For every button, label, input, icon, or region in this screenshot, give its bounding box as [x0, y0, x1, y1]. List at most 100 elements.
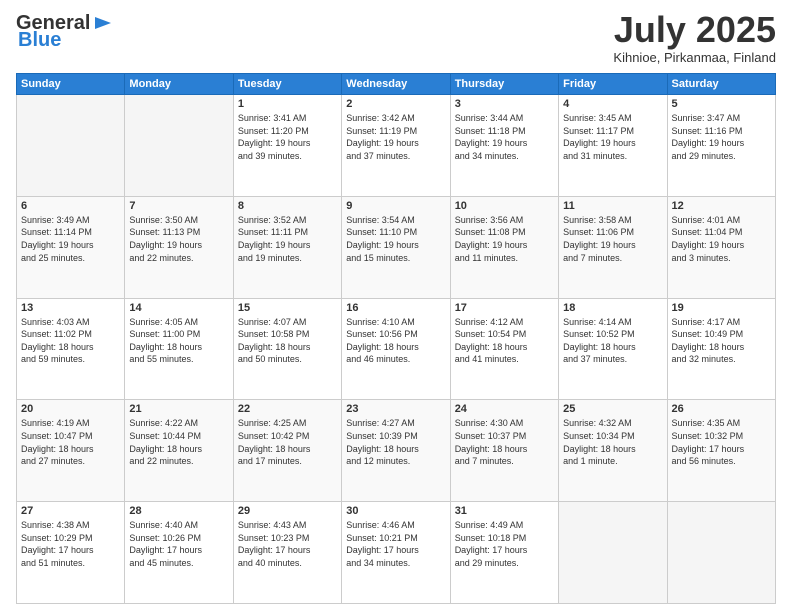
calendar-header-sunday: Sunday [17, 74, 125, 95]
header: General Blue July 2025 Kihnioe, Pirkanma… [16, 12, 776, 65]
calendar-cell: 27 Sunrise: 4:38 AM Sunset: 10:29 PM Dayl… [17, 502, 125, 604]
day-detail: Sunrise: 4:43 AM Sunset: 10:23 PM Daylig… [238, 519, 337, 569]
month-title: July 2025 [613, 12, 776, 48]
day-detail: Sunrise: 3:54 AM Sunset: 11:10 PM Daylig… [346, 214, 445, 264]
day-number: 14 [129, 302, 228, 314]
day-number: 4 [563, 98, 662, 110]
location: Kihnioe, Pirkanmaa, Finland [613, 50, 776, 65]
day-number: 7 [129, 200, 228, 212]
day-number: 2 [346, 98, 445, 110]
day-detail: Sunrise: 3:45 AM Sunset: 11:17 PM Daylig… [563, 112, 662, 162]
calendar-cell: 17 Sunrise: 4:12 AM Sunset: 10:54 PM Dayl… [450, 298, 558, 400]
calendar-header-saturday: Saturday [667, 74, 775, 95]
day-number: 5 [672, 98, 771, 110]
day-number: 19 [672, 302, 771, 314]
day-detail: Sunrise: 4:25 AM Sunset: 10:42 PM Daylig… [238, 417, 337, 467]
calendar-cell: 7 Sunrise: 3:50 AM Sunset: 11:13 PM Dayli… [125, 196, 233, 298]
calendar-cell: 12 Sunrise: 4:01 AM Sunset: 11:04 PM Dayl… [667, 196, 775, 298]
calendar-cell: 15 Sunrise: 4:07 AM Sunset: 10:58 PM Dayl… [233, 298, 341, 400]
day-detail: Sunrise: 4:22 AM Sunset: 10:44 PM Daylig… [129, 417, 228, 467]
calendar-table: SundayMondayTuesdayWednesdayThursdayFrid… [16, 73, 776, 604]
day-detail: Sunrise: 4:35 AM Sunset: 10:32 PM Daylig… [672, 417, 771, 467]
day-number: 28 [129, 505, 228, 517]
day-number: 29 [238, 505, 337, 517]
calendar-header-wednesday: Wednesday [342, 74, 450, 95]
calendar-cell: 25 Sunrise: 4:32 AM Sunset: 10:34 PM Dayl… [559, 400, 667, 502]
day-detail: Sunrise: 4:49 AM Sunset: 10:18 PM Daylig… [455, 519, 554, 569]
day-detail: Sunrise: 3:49 AM Sunset: 11:14 PM Daylig… [21, 214, 120, 264]
calendar-header-friday: Friday [559, 74, 667, 95]
calendar-cell [667, 502, 775, 604]
calendar-cell: 14 Sunrise: 4:05 AM Sunset: 11:00 PM Dayl… [125, 298, 233, 400]
day-detail: Sunrise: 3:44 AM Sunset: 11:18 PM Daylig… [455, 112, 554, 162]
day-detail: Sunrise: 4:19 AM Sunset: 10:47 PM Daylig… [21, 417, 120, 467]
page: General Blue July 2025 Kihnioe, Pirkanma… [0, 0, 792, 612]
day-detail: Sunrise: 4:03 AM Sunset: 11:02 PM Daylig… [21, 316, 120, 366]
calendar-cell: 20Sunrise: 4:19 AM Sunset: 10:47 PM Dayl… [17, 400, 125, 502]
calendar-cell [125, 95, 233, 197]
day-number: 13 [21, 302, 120, 314]
calendar-cell: 10Sunrise: 3:56 AM Sunset: 11:08 PM Dayl… [450, 196, 558, 298]
calendar-week-row: 27 Sunrise: 4:38 AM Sunset: 10:29 PM Dayl… [17, 502, 776, 604]
day-detail: Sunrise: 4:38 AM Sunset: 10:29 PM Daylig… [21, 519, 120, 569]
day-detail: Sunrise: 3:42 AM Sunset: 11:19 PM Daylig… [346, 112, 445, 162]
calendar-week-row: 20Sunrise: 4:19 AM Sunset: 10:47 PM Dayl… [17, 400, 776, 502]
day-detail: Sunrise: 4:01 AM Sunset: 11:04 PM Daylig… [672, 214, 771, 264]
day-number: 17 [455, 302, 554, 314]
calendar-cell: 24 Sunrise: 4:30 AM Sunset: 10:37 PM Dayl… [450, 400, 558, 502]
day-number: 3 [455, 98, 554, 110]
calendar-header-row: SundayMondayTuesdayWednesdayThursdayFrid… [17, 74, 776, 95]
day-number: 1 [238, 98, 337, 110]
calendar-cell: 3 Sunrise: 3:44 AM Sunset: 11:18 PM Dayli… [450, 95, 558, 197]
calendar-cell: 6Sunrise: 3:49 AM Sunset: 11:14 PM Dayli… [17, 196, 125, 298]
day-number: 12 [672, 200, 771, 212]
calendar-cell: 2 Sunrise: 3:42 AM Sunset: 11:19 PM Dayli… [342, 95, 450, 197]
day-detail: Sunrise: 4:05 AM Sunset: 11:00 PM Daylig… [129, 316, 228, 366]
calendar-cell: 28 Sunrise: 4:40 AM Sunset: 10:26 PM Dayl… [125, 502, 233, 604]
logo: General Blue [16, 12, 113, 52]
calendar-header-tuesday: Tuesday [233, 74, 341, 95]
day-number: 18 [563, 302, 662, 314]
calendar-cell: 21 Sunrise: 4:22 AM Sunset: 10:44 PM Dayl… [125, 400, 233, 502]
day-detail: Sunrise: 4:17 AM Sunset: 10:49 PM Daylig… [672, 316, 771, 366]
header-right: July 2025 Kihnioe, Pirkanmaa, Finland [613, 12, 776, 65]
day-detail: Sunrise: 4:10 AM Sunset: 10:56 PM Daylig… [346, 316, 445, 366]
day-number: 25 [563, 403, 662, 415]
calendar-cell: 4 Sunrise: 3:45 AM Sunset: 11:17 PM Dayli… [559, 95, 667, 197]
day-detail: Sunrise: 3:41 AM Sunset: 11:20 PM Daylig… [238, 112, 337, 162]
day-detail: Sunrise: 4:14 AM Sunset: 10:52 PM Daylig… [563, 316, 662, 366]
day-detail: Sunrise: 4:30 AM Sunset: 10:37 PM Daylig… [455, 417, 554, 467]
calendar-week-row: 13 Sunrise: 4:03 AM Sunset: 11:02 PM Dayl… [17, 298, 776, 400]
calendar-cell: 30Sunrise: 4:46 AM Sunset: 10:21 PM Dayl… [342, 502, 450, 604]
day-detail: Sunrise: 4:40 AM Sunset: 10:26 PM Daylig… [129, 519, 228, 569]
day-number: 22 [238, 403, 337, 415]
day-detail: Sunrise: 3:47 AM Sunset: 11:16 PM Daylig… [672, 112, 771, 162]
calendar-cell: 11 Sunrise: 3:58 AM Sunset: 11:06 PM Dayl… [559, 196, 667, 298]
day-number: 11 [563, 200, 662, 212]
calendar-cell [17, 95, 125, 197]
day-number: 24 [455, 403, 554, 415]
day-detail: Sunrise: 3:58 AM Sunset: 11:06 PM Daylig… [563, 214, 662, 264]
day-number: 23 [346, 403, 445, 415]
logo-flag-icon [91, 15, 113, 33]
day-number: 15 [238, 302, 337, 314]
day-number: 30 [346, 505, 445, 517]
day-detail: Sunrise: 4:07 AM Sunset: 10:58 PM Daylig… [238, 316, 337, 366]
day-number: 9 [346, 200, 445, 212]
day-number: 21 [129, 403, 228, 415]
calendar-cell [559, 502, 667, 604]
calendar-cell: 16Sunrise: 4:10 AM Sunset: 10:56 PM Dayl… [342, 298, 450, 400]
calendar-week-row: 6Sunrise: 3:49 AM Sunset: 11:14 PM Dayli… [17, 196, 776, 298]
day-number: 27 [21, 505, 120, 517]
day-detail: Sunrise: 4:32 AM Sunset: 10:34 PM Daylig… [563, 417, 662, 467]
logo-blue-text: Blue [16, 29, 61, 52]
calendar-cell: 26Sunrise: 4:35 AM Sunset: 10:32 PM Dayl… [667, 400, 775, 502]
day-detail: Sunrise: 3:56 AM Sunset: 11:08 PM Daylig… [455, 214, 554, 264]
day-number: 8 [238, 200, 337, 212]
day-detail: Sunrise: 3:52 AM Sunset: 11:11 PM Daylig… [238, 214, 337, 264]
calendar-header-monday: Monday [125, 74, 233, 95]
day-detail: Sunrise: 4:27 AM Sunset: 10:39 PM Daylig… [346, 417, 445, 467]
day-detail: Sunrise: 4:12 AM Sunset: 10:54 PM Daylig… [455, 316, 554, 366]
day-detail: Sunrise: 3:50 AM Sunset: 11:13 PM Daylig… [129, 214, 228, 264]
calendar-cell: 8 Sunrise: 3:52 AM Sunset: 11:11 PM Dayli… [233, 196, 341, 298]
